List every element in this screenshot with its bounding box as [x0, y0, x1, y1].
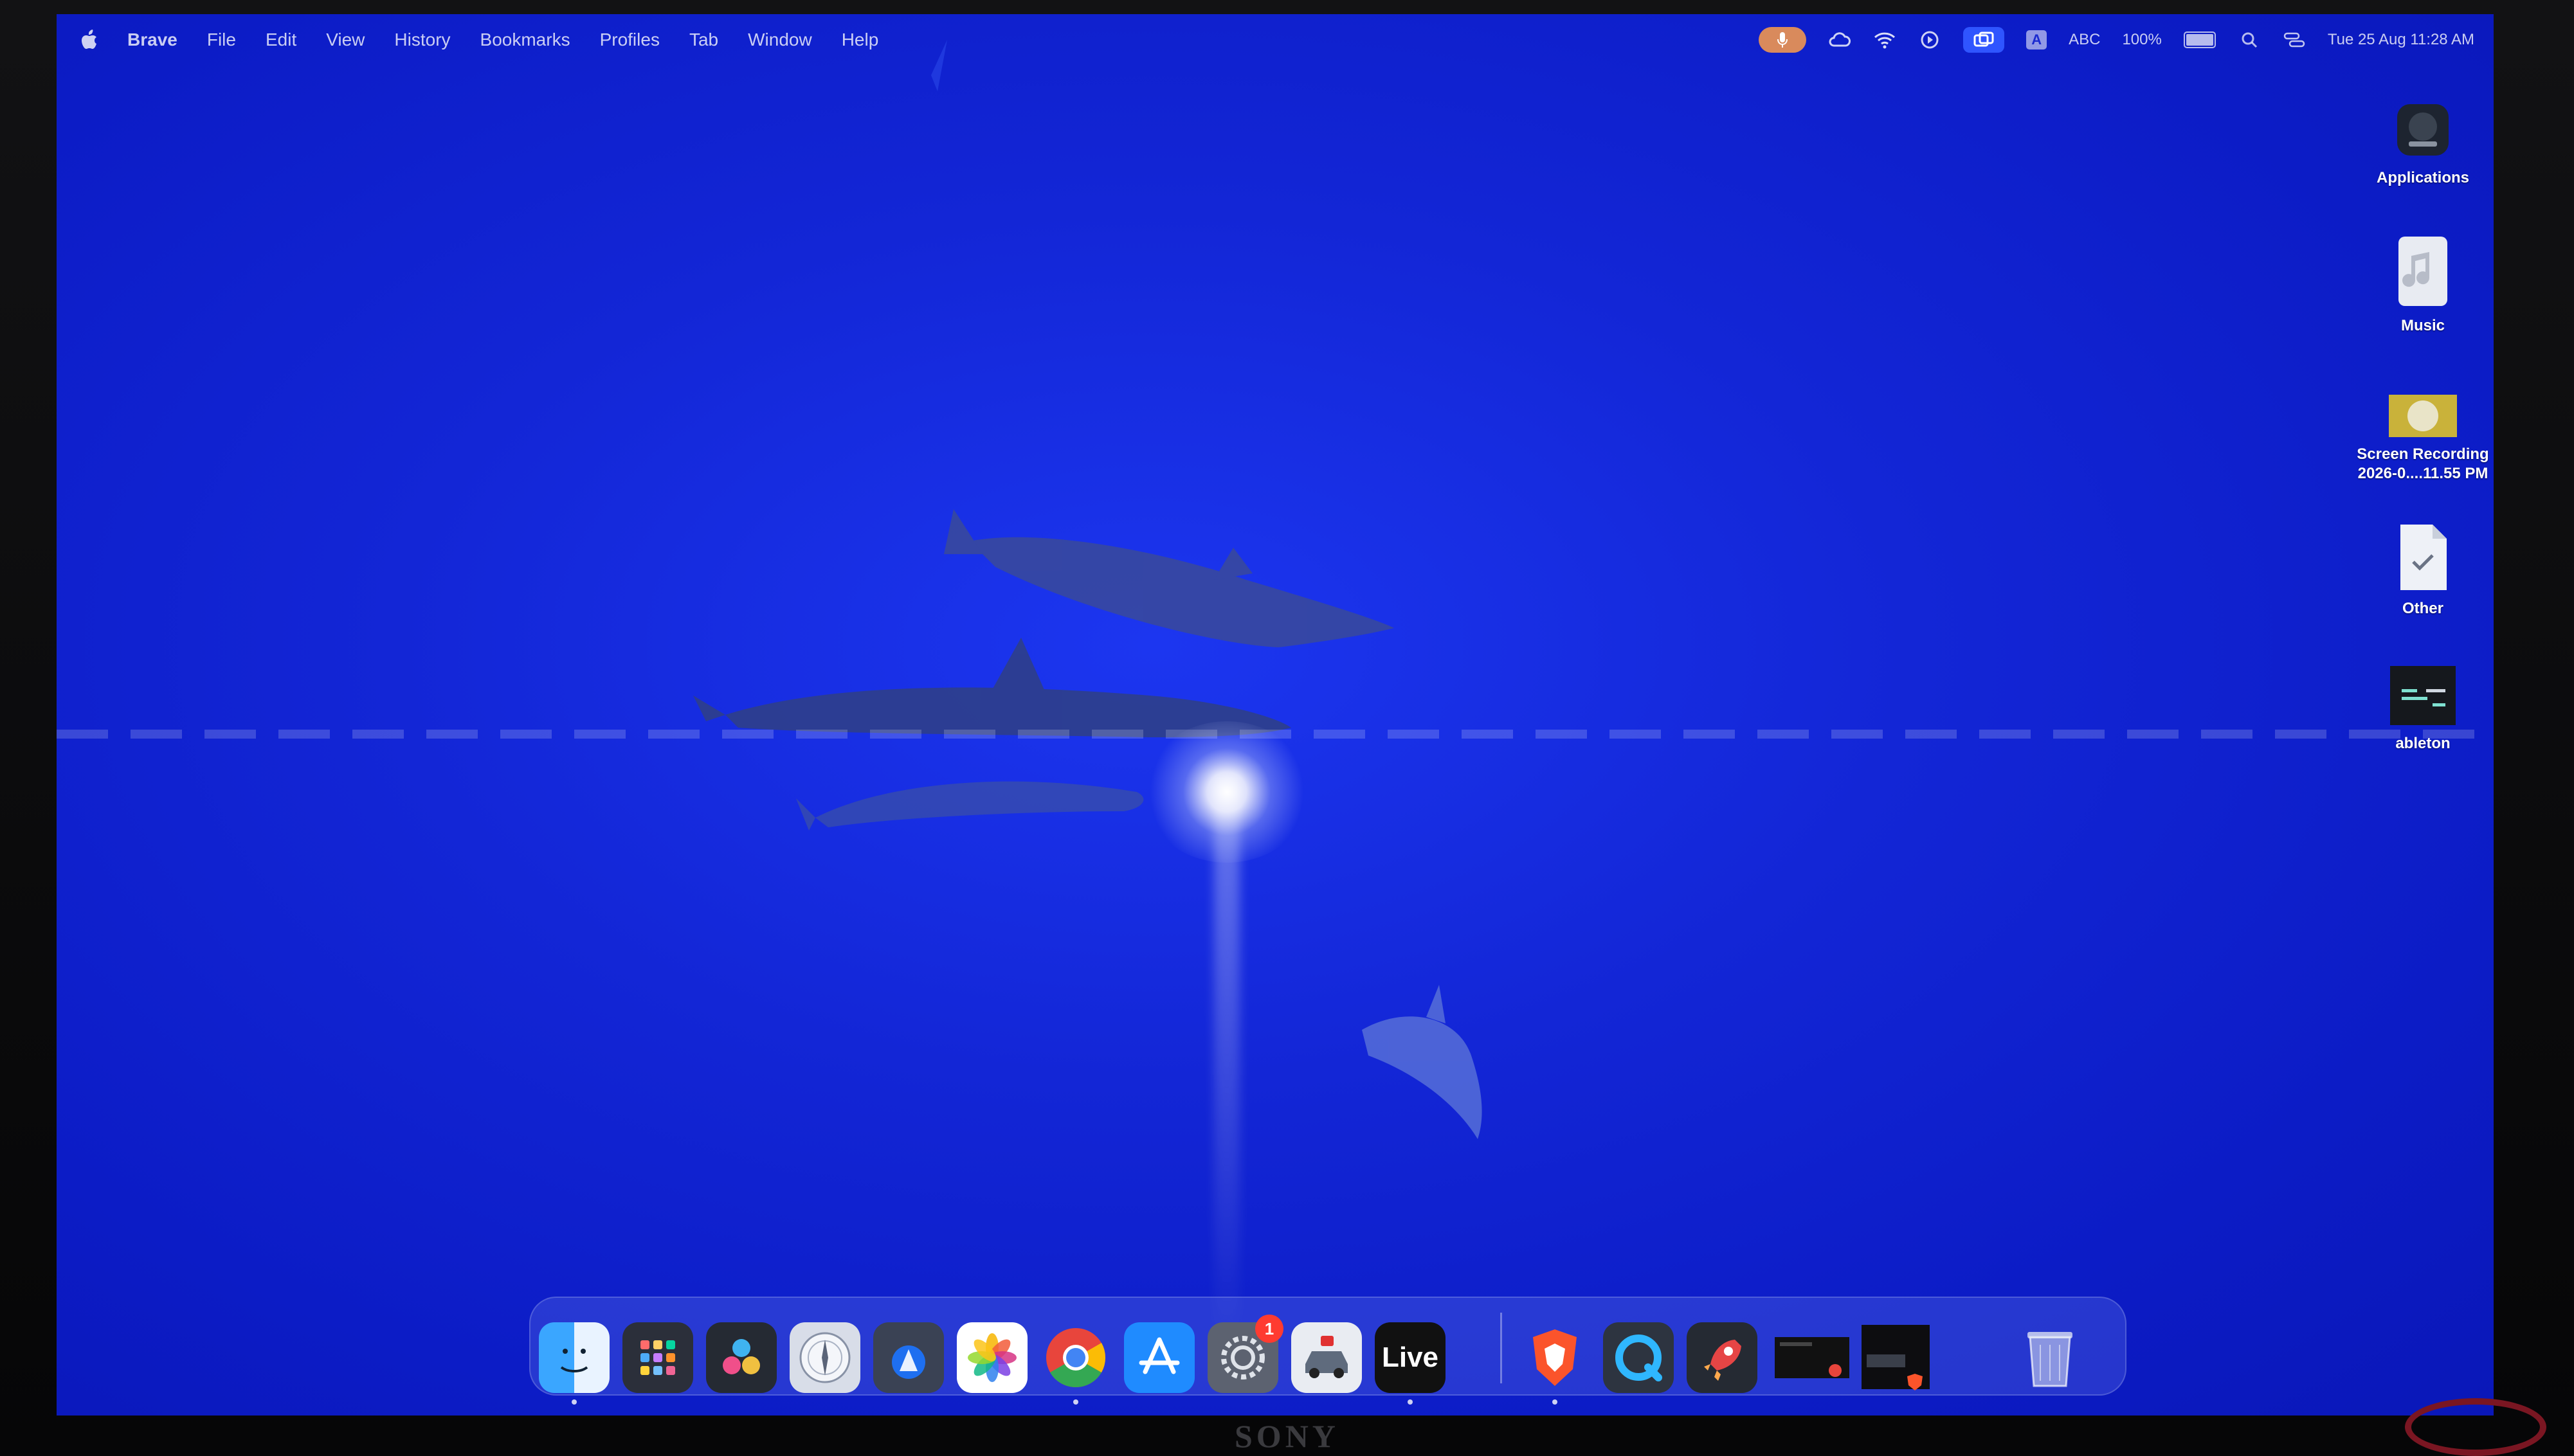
dock-app-brave[interactable] — [1519, 1322, 1590, 1393]
compass-icon — [799, 1332, 851, 1383]
desktop-icon-screen-recording[interactable]: Screen Recording 2026-0....11.55 PM — [2346, 393, 2494, 483]
notification-badge: 1 — [1255, 1315, 1283, 1343]
menu-window[interactable]: Window — [748, 30, 812, 50]
dock-app-photos[interactable] — [957, 1322, 1028, 1393]
dock-app-finder[interactable] — [539, 1322, 610, 1393]
menu-history[interactable]: History — [394, 30, 450, 50]
chrome-icon — [1046, 1328, 1106, 1388]
dock-app-ableton-live[interactable]: Live — [1375, 1322, 1446, 1393]
menu-bookmarks[interactable]: Bookmarks — [480, 30, 570, 50]
dock-app-recent-window-2[interactable] — [1857, 1322, 1934, 1393]
running-indicator — [1073, 1399, 1078, 1405]
dock-app-system-settings[interactable]: 1 — [1208, 1315, 1283, 1393]
microphone-in-use-indicator[interactable] — [1759, 27, 1807, 53]
davinci-resolve-icon — [723, 1339, 760, 1374]
now-playing-icon[interactable] — [1918, 28, 1941, 51]
menu-app-name[interactable]: Brave — [127, 30, 177, 50]
monitor-brand-logo: SONY — [1235, 1418, 1339, 1454]
desktop-icon-label: Applications — [2376, 169, 2469, 186]
car-icon — [1305, 1336, 1348, 1378]
battery-icon[interactable] — [2183, 31, 2216, 48]
battery-percent: 100% — [2122, 31, 2162, 48]
dock-app-trash[interactable] — [2015, 1322, 2085, 1393]
menu-bar: Brave File Edit View History Bookmarks P… — [57, 14, 2494, 66]
apple-icon[interactable] — [81, 30, 98, 50]
trash-icon — [2027, 1332, 2072, 1387]
analog-lab-icon — [2397, 104, 2449, 156]
menu-file[interactable]: File — [207, 30, 236, 50]
watermark-strip — [57, 730, 2494, 739]
dock-app-recent-window-1[interactable] — [1770, 1322, 1854, 1393]
dock-app-davinci-resolve[interactable] — [706, 1322, 777, 1393]
running-indicator — [572, 1399, 577, 1405]
desktop-icon-label: Other — [2402, 600, 2443, 617]
control-center-icon[interactable] — [2283, 28, 2306, 51]
screen-recording-thumbnail — [2389, 395, 2457, 437]
desktop-icon-ableton[interactable]: ableton — [2352, 663, 2494, 753]
dock-app-instruments[interactable] — [873, 1322, 944, 1393]
dock-app-chrome[interactable] — [1040, 1322, 1111, 1393]
app-store-icon — [1139, 1337, 1180, 1374]
desktop-icon-other[interactable]: Other — [2352, 522, 2494, 618]
screen-mirroring-icon[interactable] — [1963, 27, 2005, 53]
dock-divider — [1500, 1313, 1502, 1383]
creative-cloud-icon[interactable] — [1828, 28, 1851, 51]
photos-icon — [968, 1333, 1017, 1382]
running-indicator — [1408, 1399, 1413, 1405]
screen-glare — [1143, 721, 1310, 863]
dock-app-compass[interactable] — [790, 1322, 860, 1393]
power-indicator — [2405, 1398, 2546, 1456]
desktop-icon-applications[interactable]: Applications — [2352, 98, 2494, 188]
dock-app-launchpad[interactable] — [622, 1322, 693, 1393]
window-thumbnail-icon — [1862, 1325, 1930, 1390]
menu-view[interactable]: View — [326, 30, 365, 50]
microphone-icon — [1777, 32, 1788, 48]
document-icon — [2400, 525, 2447, 590]
instruments-icon — [892, 1345, 925, 1379]
wallpaper-dolphins — [693, 40, 1482, 1139]
dock-app-rocket[interactable] — [1687, 1322, 1757, 1393]
menu-profiles[interactable]: Profiles — [600, 30, 660, 50]
ableton-folder-icon — [2390, 666, 2456, 725]
desktop-screen: Brave File Edit View History Bookmarks P… — [57, 14, 2494, 1416]
spotlight-search-icon[interactable] — [2238, 28, 2261, 51]
launchpad-icon — [640, 1340, 675, 1375]
menu-help[interactable]: Help — [842, 30, 879, 50]
dock-app-quicktime[interactable] — [1603, 1322, 1674, 1393]
rocket-icon — [1704, 1340, 1741, 1381]
brave-icon — [1533, 1329, 1577, 1386]
menu-edit[interactable]: Edit — [266, 30, 296, 50]
menu-bar-left: Brave File Edit View History Bookmarks P… — [57, 30, 878, 50]
desktop-icon-music[interactable]: Music — [2352, 233, 2494, 336]
desktop-icon-label: ableton — [2395, 735, 2451, 752]
music-file-icon — [2398, 237, 2447, 306]
finder-icon — [560, 1349, 588, 1372]
menu-tab[interactable]: Tab — [689, 30, 718, 50]
input-source-icon[interactable]: A — [2026, 30, 2047, 49]
window-thumbnail-icon — [1775, 1337, 1849, 1378]
desktop-icon-label: Music — [2400, 317, 2445, 334]
live-icon: Live — [1381, 1342, 1439, 1373]
running-indicator — [1552, 1399, 1557, 1405]
desktop-icon-label: Screen Recording 2026-0....11.55 PM — [2357, 445, 2489, 482]
menu-bar-status: A ABC 100% Tue 25 Aug 11:28 AM — [1759, 27, 2494, 53]
menu-bar-clock[interactable]: Tue 25 Aug 11:28 AM — [2328, 31, 2474, 49]
dock-app-app-store[interactable] — [1124, 1322, 1195, 1393]
input-source-label: ABC — [2069, 31, 2101, 48]
dock-app-car[interactable] — [1291, 1322, 1362, 1393]
wifi-icon[interactable] — [1873, 28, 1896, 51]
quicktime-icon — [1615, 1335, 1662, 1381]
